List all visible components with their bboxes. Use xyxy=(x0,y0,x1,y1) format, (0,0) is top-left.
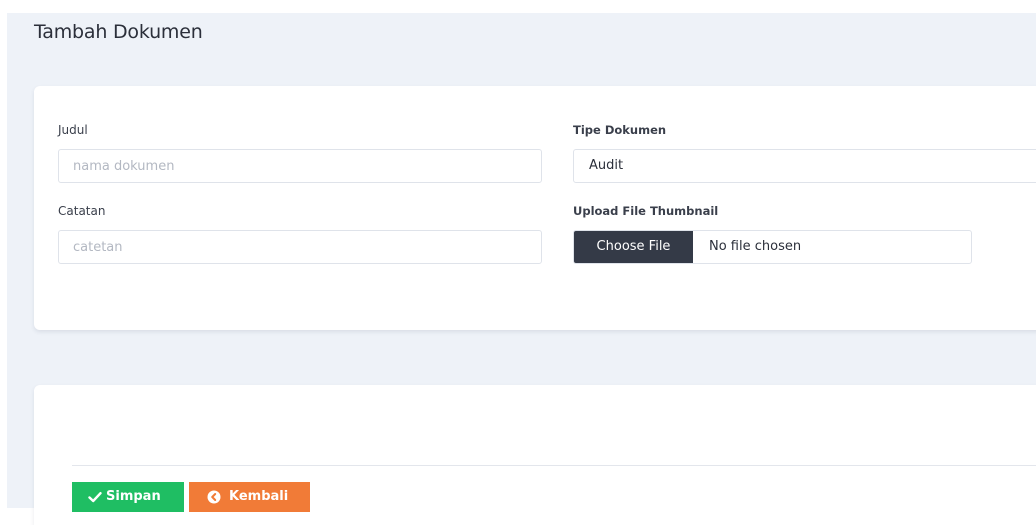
file-status-text: No file chosen xyxy=(709,239,802,254)
check-icon xyxy=(88,492,102,503)
catatan-input[interactable] xyxy=(58,230,542,264)
catatan-label: Catatan xyxy=(58,204,106,218)
divider xyxy=(72,465,1036,466)
upload-thumbnail-label: Upload File Thumbnail xyxy=(573,204,719,218)
tipe-dokumen-select[interactable]: Audit xyxy=(573,149,1036,183)
judul-label: Judul xyxy=(58,123,88,137)
choose-file-button[interactable]: Choose File xyxy=(574,231,693,263)
judul-input[interactable] xyxy=(58,149,542,183)
tipe-dokumen-label: Tipe Dokumen xyxy=(573,123,667,137)
document-form-card: Judul Catatan Tipe Dokumen Audit Upload … xyxy=(34,86,1036,330)
page-title: Tambah Dokumen xyxy=(34,21,203,43)
circle-arrow-left-icon xyxy=(207,490,221,504)
page: Tambah Dokumen Judul Catatan Tipe Dokume… xyxy=(7,13,1036,525)
tipe-dokumen-selected: Audit xyxy=(589,158,624,173)
upload-thumbnail-input[interactable]: Choose File No file chosen xyxy=(573,230,972,264)
form-actions-card: Simpan Kembali xyxy=(34,385,1036,525)
